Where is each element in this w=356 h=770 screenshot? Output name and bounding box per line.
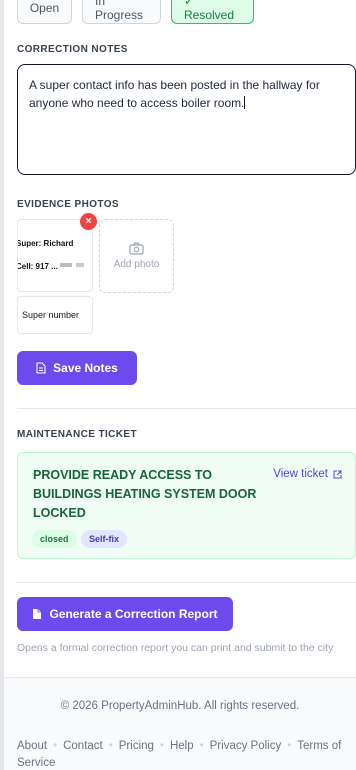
photo-text-line-1: Super: Richard (17, 239, 74, 248)
report-helper-text: Opens a formal correction report you can… (17, 642, 334, 654)
correction-notes-textarea[interactable]: A super contact info has been posted in … (17, 64, 356, 175)
footer-link-help[interactable]: Help (170, 740, 194, 752)
status-selector: Open In Progress ✓ Resolved (17, 0, 254, 24)
add-photo-label: Add photo (113, 259, 160, 270)
add-photo-button[interactable]: Add photo (99, 219, 174, 293)
left-rail (0, 0, 4, 770)
status-open-button[interactable]: Open (17, 0, 72, 24)
notes-text: A super contact info has been posted in … (29, 78, 320, 110)
footer: © 2026 PropertyAdminHub. All rights rese… (4, 677, 356, 770)
correction-notes-label: CORRECTION NOTES (17, 44, 128, 55)
document-icon (36, 362, 46, 374)
status-in-progress-button[interactable]: In Progress (82, 0, 161, 24)
evidence-photos-label: EVIDENCE PHOTOS (17, 199, 119, 210)
photo-caption-field[interactable]: Super number (17, 296, 93, 334)
footer-link-privacy[interactable]: Privacy Policy (210, 740, 282, 752)
copyright-text: © 2026 PropertyAdminHub. All rights rese… (60, 700, 300, 712)
generate-report-label: Generate a Correction Report (49, 607, 218, 621)
evidence-photo-thumbnail[interactable]: Super: Richard Cell: 917 ... (17, 219, 93, 292)
footer-links: About • Contact • Pricing • Help • Privacy Polic… (17, 738, 347, 770)
photo-text-line-2: Cell: 917 ... (17, 262, 58, 271)
link-separator: • (108, 740, 113, 752)
footer-link-contact[interactable]: Contact (63, 740, 103, 752)
section-divider (17, 582, 356, 583)
footer-link-about[interactable]: About (17, 740, 47, 752)
link-separator: • (199, 740, 204, 752)
footer-link-pricing[interactable]: Pricing (119, 740, 154, 752)
link-separator: • (53, 740, 58, 752)
view-ticket-label: View ticket (273, 468, 328, 480)
section-divider (17, 408, 356, 409)
generate-report-button[interactable]: Generate a Correction Report (17, 597, 233, 631)
maintenance-ticket-card: PROVIDE READY ACCESS TO BUILDINGS HEATIN… (17, 452, 356, 559)
link-separator: • (159, 740, 164, 752)
close-icon: × (85, 216, 92, 227)
ticket-status-badge: closed (32, 530, 77, 548)
remove-photo-button[interactable]: × (80, 213, 97, 230)
ticket-type-badge: Self-fix (81, 530, 128, 548)
document-icon (33, 609, 42, 619)
save-notes-label: Save Notes (53, 361, 118, 375)
view-ticket-link[interactable]: View ticket (273, 468, 342, 480)
ticket-title: PROVIDE READY ACCESS TO BUILDINGS HEATIN… (33, 468, 257, 520)
link-separator: • (287, 740, 292, 752)
camera-icon (129, 242, 144, 255)
maintenance-ticket-label: MAINTENANCE TICKET (17, 429, 137, 440)
text-caret (244, 96, 246, 109)
external-link-icon (333, 470, 342, 478)
save-notes-button[interactable]: Save Notes (17, 351, 137, 385)
status-resolved-button[interactable]: ✓ Resolved (171, 0, 254, 24)
